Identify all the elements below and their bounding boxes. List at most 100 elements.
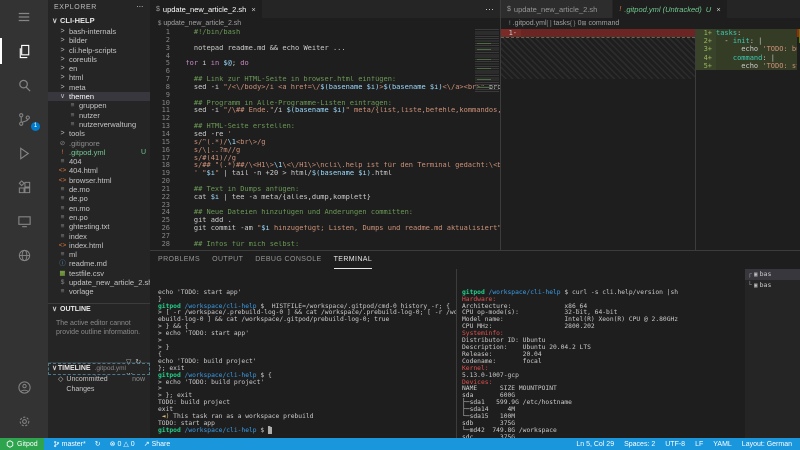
tree-item[interactable]: ⊘ .gitignore — [48, 139, 150, 148]
close-icon[interactable]: × — [251, 5, 255, 14]
code-line: 18 s/## "(.*)##/\<H1\>\1\<\/H1\>\ncli\.h… — [150, 161, 500, 170]
tree-item[interactable]: ! .gitpod.yml U — [48, 148, 150, 157]
menu-icon[interactable] — [0, 0, 48, 34]
tree-item[interactable]: > bilder — [48, 36, 150, 45]
terminal-2[interactable]: gitpod /workspace/cli-help $ curl -s cli… — [462, 269, 742, 439]
indentation[interactable]: Spaces: 2 — [624, 441, 655, 448]
explorer-more-actions-icon[interactable]: ⋯ — [136, 0, 144, 15]
file-tree: > bash-internals > bilder > cli.help-scr… — [48, 27, 150, 297]
close-icon[interactable]: × — [716, 5, 720, 14]
search-icon[interactable] — [0, 68, 48, 102]
language-mode[interactable]: YAML — [713, 441, 732, 448]
tree-item[interactable]: ≡ nutzerverwaltung — [48, 120, 150, 129]
remote-explorer-icon[interactable] — [0, 204, 48, 238]
terminal-line: > — [158, 385, 162, 393]
account-icon[interactable] — [0, 370, 48, 404]
tree-item[interactable]: ⓘ readme.md — [48, 259, 150, 268]
editor-tab[interactable]: ! .gitpod.yml (Untracked) U × — [613, 0, 728, 18]
breadcrumb-item[interactable]: [ ] tasks — [547, 20, 570, 27]
line-number: 2 — [165, 35, 170, 44]
breadcrumb-item[interactable]: { } 0 — [570, 20, 582, 27]
panel-tab[interactable]: TERMINAL — [333, 251, 373, 269]
file-label: en — [69, 64, 78, 74]
git-branch-status[interactable]: master* — [53, 440, 86, 448]
tree-item[interactable]: ∨ themen — [48, 92, 150, 102]
outline-header[interactable]: ∨ OUTLINE — [48, 304, 150, 316]
panel-tab[interactable]: DEBUG CONSOLE — [255, 251, 321, 268]
tree-item[interactable]: > cli.help-scripts — [48, 46, 150, 55]
sync-icon: ↻ — [94, 441, 101, 448]
tab-update-new-article[interactable]: $ update_new_article_2.sh × — [150, 0, 263, 18]
code-editor[interactable]: 1 #!/bin/bash 2 3 notepad readme.md && e… — [150, 29, 500, 250]
share-button[interactable]: ↗ Share — [144, 440, 171, 449]
panel-tab[interactable]: PROBLEMS — [158, 251, 200, 268]
editor-group-2: $ update_new_article_2.sh ! .gitpod.yml … — [500, 0, 800, 250]
outline-message: The active editor cannot provide outline… — [56, 319, 141, 336]
file-label: update_new_article_2.sh — [69, 278, 150, 288]
timeline-header[interactable]: ∨ TIMELINE .gitpod.yml ▽ ↻ ⋯ — [48, 359, 150, 378]
tree-item[interactable]: <> browser.html — [48, 176, 150, 185]
tree-item[interactable]: ≡ nutzer — [48, 111, 150, 120]
tree-item[interactable]: $ update_new_article_2.sh — [48, 278, 150, 287]
tree-item[interactable]: > html — [48, 73, 150, 82]
diff-original-pane[interactable]: 1- — [501, 29, 696, 250]
breadcrumb-item[interactable]: $ update_new_article_2.sh — [158, 20, 241, 27]
shell-file-icon: $ — [156, 5, 160, 13]
tree-item[interactable]: <> index.html — [48, 241, 150, 250]
tree-item[interactable]: ≡ de.po — [48, 194, 150, 203]
tab-bar-group-2: $ update_new_article_2.sh ! .gitpod.yml … — [501, 0, 800, 18]
source-control-icon[interactable]: 1 — [0, 102, 48, 136]
terminal-list-item[interactable]: ┌ ▣ bas — [745, 269, 800, 280]
line-number: 8 — [165, 82, 170, 91]
tree-item[interactable]: > tools — [48, 129, 150, 138]
panel-tab[interactable]: OUTPUT — [212, 251, 243, 268]
run-debug-icon[interactable] — [0, 136, 48, 170]
editor-actions-more-icon[interactable]: ⋯ — [479, 0, 500, 18]
explorer-icon[interactable] — [0, 34, 48, 68]
extensions-icon[interactable] — [0, 170, 48, 204]
breadcrumb-item[interactable]: ⊞ command — [581, 20, 619, 27]
globe-icon[interactable] — [0, 238, 48, 272]
tree-item[interactable]: > meta — [48, 83, 150, 92]
keyboard-layout[interactable]: Layout: German — [742, 441, 792, 448]
eol[interactable]: LF — [695, 441, 703, 448]
terminal-1[interactable]: echo 'TODO: start app'} gitpod /workspace… — [158, 269, 456, 439]
minimap[interactable] — [475, 29, 499, 93]
file-icon: ▦ — [59, 269, 66, 277]
problems-status[interactable]: ⊗ 0 △ 0 — [110, 440, 135, 449]
tree-item[interactable]: ≡ en.mo — [48, 204, 150, 213]
tree-item[interactable]: ≡ en.po — [48, 213, 150, 222]
terminal-list-item[interactable]: └ ▣ bas — [745, 280, 800, 291]
tree-item[interactable]: ≡ ghtesting.txt — [48, 222, 150, 231]
tree-item[interactable]: > bash-internals — [48, 27, 150, 36]
remote-indicator[interactable]: Gitpod — [0, 438, 44, 450]
tree-item[interactable]: ▦ testfile.csv — [48, 269, 150, 278]
breadcrumb-item[interactable]: ! .gitpod.yml — [509, 20, 547, 27]
diff-modified-pane[interactable]: 1+ tasks: 2+ - init: | 3+ echo 'TODO: bu… — [696, 29, 797, 250]
terminal-line: > — [158, 337, 162, 345]
workspace-section-header[interactable]: ∨ CLI-HELP — [48, 15, 150, 27]
terminal-splitter[interactable] — [456, 269, 457, 439]
file-icon: ≡ — [70, 120, 75, 128]
editor-area: $ update_new_article_2.sh × ⋯ $ update_n… — [150, 0, 800, 439]
tree-item[interactable]: ≡ de.mo — [48, 185, 150, 194]
file-label: meta — [69, 82, 86, 92]
tree-item[interactable]: > coreutils — [48, 55, 150, 64]
tree-item[interactable]: ≡ gruppen — [48, 101, 150, 110]
settings-gear-icon[interactable] — [0, 404, 48, 438]
sync-status[interactable]: ↻ — [95, 440, 101, 448]
code-line: 26 git commit -am "$i hinzugefügt; Liste… — [150, 224, 500, 233]
tree-item[interactable]: ≡ ml — [48, 250, 150, 259]
file-label: en.po — [69, 212, 88, 222]
cursor-position[interactable]: Ln 5, Col 29 — [576, 441, 614, 448]
tree-item[interactable]: > en — [48, 64, 150, 73]
encoding[interactable]: UTF-8 — [665, 441, 685, 448]
editor-tab[interactable]: $ update_new_article_2.sh — [501, 0, 614, 18]
timeline-section: ∨ TIMELINE .gitpod.yml ▽ ↻ ⋯ ◇ Uncommitt… — [48, 359, 150, 393]
tree-item[interactable]: ≡ vorlage — [48, 287, 150, 296]
tree-item[interactable]: ≡ 404 — [48, 157, 150, 166]
scm-badge: 1 — [31, 122, 40, 131]
tree-item[interactable]: <> 404.html — [48, 166, 150, 175]
tree-item[interactable]: ≡ index — [48, 232, 150, 241]
timeline-item[interactable]: ◇ Uncommitted Changes now — [48, 375, 150, 393]
